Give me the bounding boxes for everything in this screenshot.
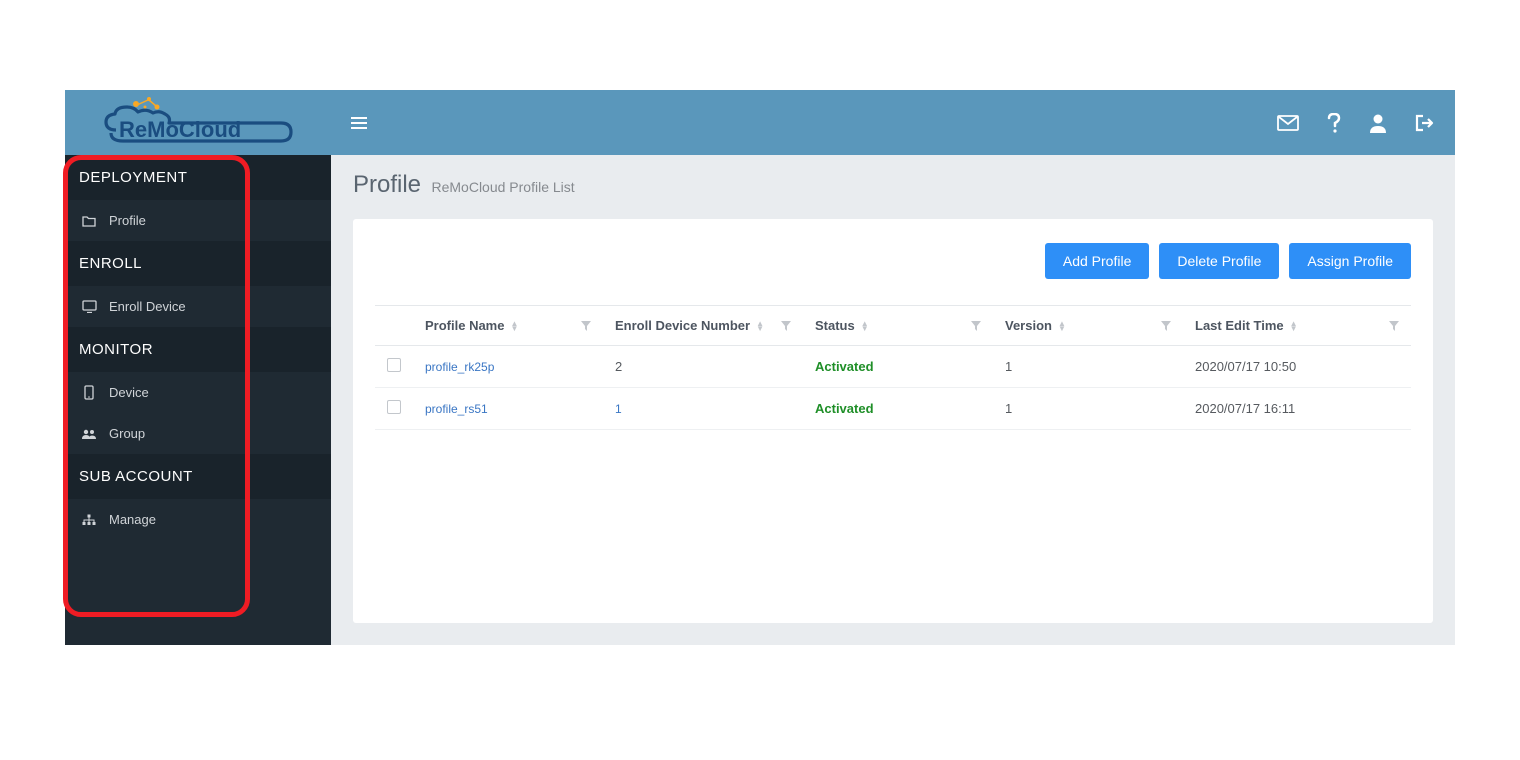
assign-profile-button[interactable]: Assign Profile xyxy=(1289,243,1411,279)
row-checkbox[interactable] xyxy=(387,400,401,414)
column-label: Last Edit Time xyxy=(1195,318,1284,333)
help-icon[interactable] xyxy=(1327,113,1341,133)
column-label: Version xyxy=(1005,318,1052,333)
sidebar: ReMoCloud DEPLOYMENT Profile ENROLL Enro… xyxy=(65,90,331,645)
column-label: Status xyxy=(815,318,855,333)
sort-icon[interactable]: ▲▼ xyxy=(1058,321,1066,331)
section-deployment: DEPLOYMENT xyxy=(65,155,331,200)
phone-icon xyxy=(81,385,97,400)
delete-profile-button[interactable]: Delete Profile xyxy=(1159,243,1279,279)
sidebar-item-label: Profile xyxy=(109,213,146,228)
cell-profile-name[interactable]: profile_rk25p xyxy=(413,346,603,388)
column-profile-name[interactable]: Profile Name ▲▼ xyxy=(413,306,603,346)
topbar xyxy=(331,90,1455,155)
sort-icon[interactable]: ▲▼ xyxy=(1290,321,1298,331)
logo-area: ReMoCloud xyxy=(65,90,331,155)
filter-icon[interactable] xyxy=(1161,321,1171,331)
filter-icon[interactable] xyxy=(1389,321,1399,331)
sidebar-item-device[interactable]: Device xyxy=(65,372,331,413)
cell-status: Activated xyxy=(803,388,993,430)
page-header: Profile ReMoCloud Profile List xyxy=(331,155,1455,209)
sort-icon[interactable]: ▲▼ xyxy=(510,321,518,331)
column-checkbox xyxy=(375,306,413,346)
cell-status: Activated xyxy=(803,346,993,388)
cell-enroll-number[interactable]: 1 xyxy=(603,388,803,430)
monitor-icon xyxy=(81,300,97,313)
cell-version: 1 xyxy=(993,346,1183,388)
column-label: Enroll Device Number xyxy=(615,318,750,333)
main-area: Profile ReMoCloud Profile List Add Profi… xyxy=(331,90,1455,645)
sidebar-item-label: Device xyxy=(109,385,149,400)
table-row: profile_rs51 1 Activated 1 2020/07/17 16… xyxy=(375,388,1411,430)
filter-icon[interactable] xyxy=(781,321,791,331)
table-row: profile_rk25p 2 Activated 1 2020/07/17 1… xyxy=(375,346,1411,388)
filter-icon[interactable] xyxy=(971,321,981,331)
sort-icon[interactable]: ▲▼ xyxy=(756,321,764,331)
section-monitor: MONITOR xyxy=(65,327,331,372)
filter-icon[interactable] xyxy=(581,321,591,331)
mail-icon[interactable] xyxy=(1277,115,1299,131)
sidebar-item-label: Group xyxy=(109,426,145,441)
sort-icon[interactable]: ▲▼ xyxy=(861,321,869,331)
add-profile-button[interactable]: Add Profile xyxy=(1045,243,1149,279)
sidebar-nav: DEPLOYMENT Profile ENROLL Enroll Device … xyxy=(65,155,331,645)
logout-icon[interactable] xyxy=(1415,114,1435,132)
sidebar-item-group[interactable]: Group xyxy=(65,413,331,454)
section-sub-account: SUB ACCOUNT xyxy=(65,454,331,499)
sidebar-item-label: Manage xyxy=(109,512,156,527)
folder-icon xyxy=(81,215,97,227)
action-buttons: Add Profile Delete Profile Assign Profil… xyxy=(375,243,1411,279)
column-version[interactable]: Version ▲▼ xyxy=(993,306,1183,346)
sidebar-item-enroll-device[interactable]: Enroll Device xyxy=(65,286,331,327)
cell-profile-name[interactable]: profile_rs51 xyxy=(413,388,603,430)
sidebar-toggle-button[interactable] xyxy=(351,116,367,130)
page-title: Profile xyxy=(353,171,421,199)
cell-enroll-number: 2 xyxy=(603,346,803,388)
column-status[interactable]: Status ▲▼ xyxy=(803,306,993,346)
column-last-edit[interactable]: Last Edit Time ▲▼ xyxy=(1183,306,1411,346)
svg-text:ReMoCloud: ReMoCloud xyxy=(119,117,241,142)
sitemap-icon xyxy=(81,514,97,526)
column-enroll-number[interactable]: Enroll Device Number ▲▼ xyxy=(603,306,803,346)
section-enroll: ENROLL xyxy=(65,241,331,286)
cell-last-edit: 2020/07/17 16:11 xyxy=(1183,388,1411,430)
column-label: Profile Name xyxy=(425,318,504,333)
brand-logo: ReMoCloud xyxy=(101,95,296,150)
user-icon[interactable] xyxy=(1369,113,1387,133)
page-subtitle: ReMoCloud Profile List xyxy=(431,179,574,195)
profile-table: Profile Name ▲▼ Enrol xyxy=(375,305,1411,430)
sidebar-item-label: Enroll Device xyxy=(109,299,186,314)
content-panel: Add Profile Delete Profile Assign Profil… xyxy=(353,219,1433,623)
cell-version: 1 xyxy=(993,388,1183,430)
sidebar-item-manage[interactable]: Manage xyxy=(65,499,331,540)
row-checkbox[interactable] xyxy=(387,358,401,372)
cell-last-edit: 2020/07/17 10:50 xyxy=(1183,346,1411,388)
sidebar-item-profile[interactable]: Profile xyxy=(65,200,331,241)
users-icon xyxy=(81,428,97,440)
